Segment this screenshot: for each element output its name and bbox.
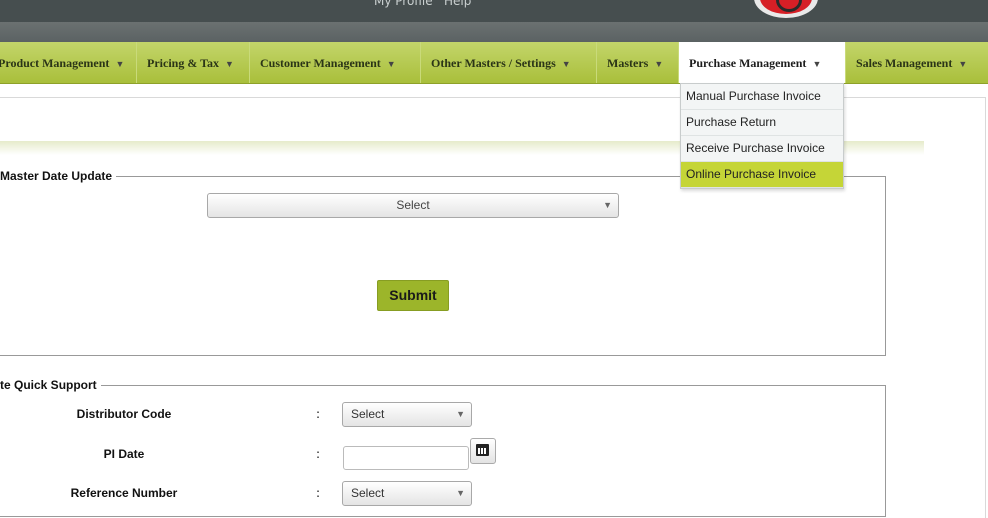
nav-label: Purchase Management <box>689 56 807 70</box>
nav-item-customer-management[interactable]: Customer Management ▼ <box>250 42 421 83</box>
calendar-button[interactable] <box>470 438 496 464</box>
colon: : <box>316 486 321 500</box>
chevron-down-icon: ▼ <box>386 59 396 69</box>
chevron-down-icon: ▼ <box>225 59 234 69</box>
reference-number-select[interactable]: Select ▼ <box>342 481 472 506</box>
reference-number-label: Reference Number <box>70 486 178 500</box>
colon: : <box>316 447 321 461</box>
nav-item-other-masters[interactable]: Other Masters / Settings ▼ <box>421 42 597 83</box>
menu-item-purchase-return[interactable]: Purchase Return <box>681 110 843 136</box>
help-link[interactable]: Help <box>444 0 471 8</box>
calendar-icon <box>476 444 489 456</box>
nav-label: Product Management <box>0 56 110 70</box>
menu-item-manual-purchase-invoice[interactable]: Manual Purchase Invoice <box>681 84 843 110</box>
my-profile-link[interactable]: My Profile <box>374 0 433 8</box>
chevron-down-icon: ▼ <box>561 59 571 69</box>
pi-date-input[interactable] <box>343 446 469 470</box>
chevron-down-icon: ▼ <box>654 59 664 69</box>
top-header: My Profile Help <box>0 0 988 22</box>
select-value: Select <box>396 198 430 212</box>
chevron-down-icon: ▼ <box>812 59 822 69</box>
select-value: Select <box>351 486 385 500</box>
chevron-down-icon: ▼ <box>115 59 125 69</box>
nav-label: Masters <box>607 56 649 70</box>
distributor-code-label: Distributor Code <box>76 407 172 421</box>
nav-item-pricing-tax[interactable]: Pricing & Tax ▼ <box>137 42 250 83</box>
chevron-down-icon: ▼ <box>603 200 612 210</box>
menu-item-online-purchase-invoice[interactable]: Online Purchase Invoice <box>681 162 843 188</box>
nav-label: Pricing & Tax <box>147 56 220 70</box>
chevron-down-icon: ▼ <box>456 409 465 419</box>
submit-button[interactable]: Submit <box>377 280 449 311</box>
purchase-management-dropdown: Manual Purchase Invoice Purchase Return … <box>680 83 844 189</box>
nav-item-masters[interactable]: Masters ▼ <box>597 42 679 83</box>
nav-label: Customer Management <box>260 56 381 70</box>
chevron-down-icon: ▼ <box>456 488 465 498</box>
colon: : <box>316 407 321 421</box>
header-strip <box>0 22 988 42</box>
chevron-down-icon: ▼ <box>958 59 968 69</box>
brand-logo <box>754 0 818 18</box>
nav-label: Sales Management <box>856 56 953 70</box>
select-value: Select <box>351 407 385 421</box>
nav-item-sales-management[interactable]: Sales Management ▼ <box>846 42 988 83</box>
master-date-select[interactable]: Select ▼ <box>207 193 619 218</box>
nav-item-product-management[interactable]: Product Management ▼ <box>0 42 137 83</box>
menu-item-receive-purchase-invoice[interactable]: Receive Purchase Invoice <box>681 136 843 162</box>
nav-item-purchase-management[interactable]: Purchase Management ▼ <box>679 42 846 83</box>
fieldset-legend: te Quick Support <box>0 378 101 392</box>
distributor-code-select[interactable]: Select ▼ <box>342 402 472 427</box>
fieldset-legend: Master Date Update <box>0 169 117 183</box>
nav-label: Other Masters / Settings <box>431 56 556 70</box>
main-nav: Product Management ▼ Pricing & Tax ▼ Custo… <box>0 42 988 84</box>
pi-date-label: PI Date <box>103 447 145 461</box>
